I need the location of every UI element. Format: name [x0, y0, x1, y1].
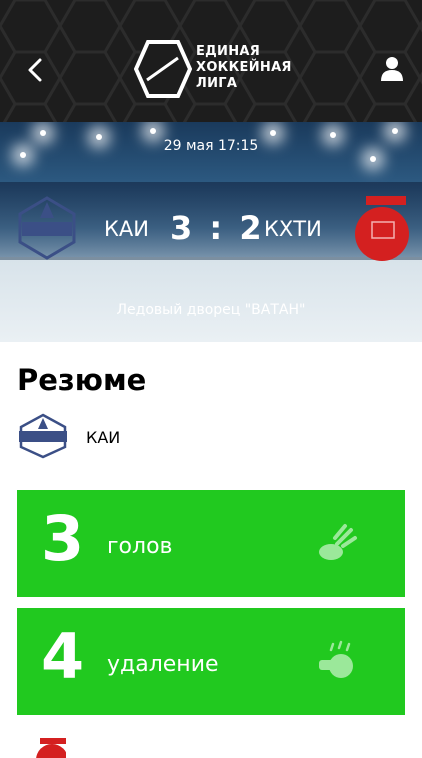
home-team-logo[interactable]	[16, 196, 78, 260]
away-team-logo[interactable]	[346, 192, 410, 264]
user-profile-icon[interactable]	[378, 54, 406, 82]
logo-line-2: ХОККЕЙНАЯ	[196, 60, 292, 75]
penalties-count: 4	[41, 620, 85, 693]
away-team-logo-partial	[36, 738, 66, 758]
goals-stat-card[interactable]: 3 голов	[17, 490, 405, 597]
away-team-name: КХТИ	[264, 217, 322, 241]
team-logo	[19, 413, 67, 459]
app-header: ЕДИНАЯ ХОККЕЙНАЯ ЛИГА	[0, 0, 422, 122]
home-team-name: КАИ	[104, 217, 149, 241]
logo-line-1: ЕДИНАЯ	[196, 44, 261, 59]
score-separator: :	[209, 209, 226, 247]
summary-title: Резюме	[17, 363, 147, 397]
match-venue: Ледовый дворец "ВАТАН"	[116, 302, 306, 318]
ice-rink	[0, 257, 422, 342]
whistle-icon	[319, 640, 353, 678]
back-arrow-icon[interactable]	[22, 54, 48, 86]
logo-line-3: ЛИГА	[196, 76, 238, 91]
goals-count: 3	[41, 502, 85, 575]
league-logo-mark	[133, 40, 193, 98]
arena-light	[40, 130, 46, 136]
team-name: КАИ	[86, 428, 121, 447]
league-logo-text: ЕДИНАЯ ХОККЕЙНАЯ ЛИГА	[196, 44, 292, 92]
league-logo: ЕДИНАЯ ХОККЕЙНАЯ ЛИГА	[133, 40, 294, 100]
away-score: 2	[239, 209, 265, 247]
home-score: 3	[170, 209, 196, 247]
penalties-stat-card[interactable]: 4 удаление	[17, 608, 405, 715]
penalties-label: удаление	[107, 652, 219, 677]
puck-icon	[319, 524, 357, 560]
arena-light	[370, 156, 376, 162]
arena-light	[392, 128, 398, 134]
goals-label: голов	[107, 534, 173, 559]
match-banner: 29 мая 17:15 КАИ 3 : 2 КХТИ Ледовый двор…	[0, 122, 422, 342]
match-datetime: 29 мая 17:15	[163, 138, 259, 154]
arena-light	[270, 130, 276, 136]
arena-light	[150, 128, 156, 134]
match-score: 3 : 2	[170, 209, 265, 247]
